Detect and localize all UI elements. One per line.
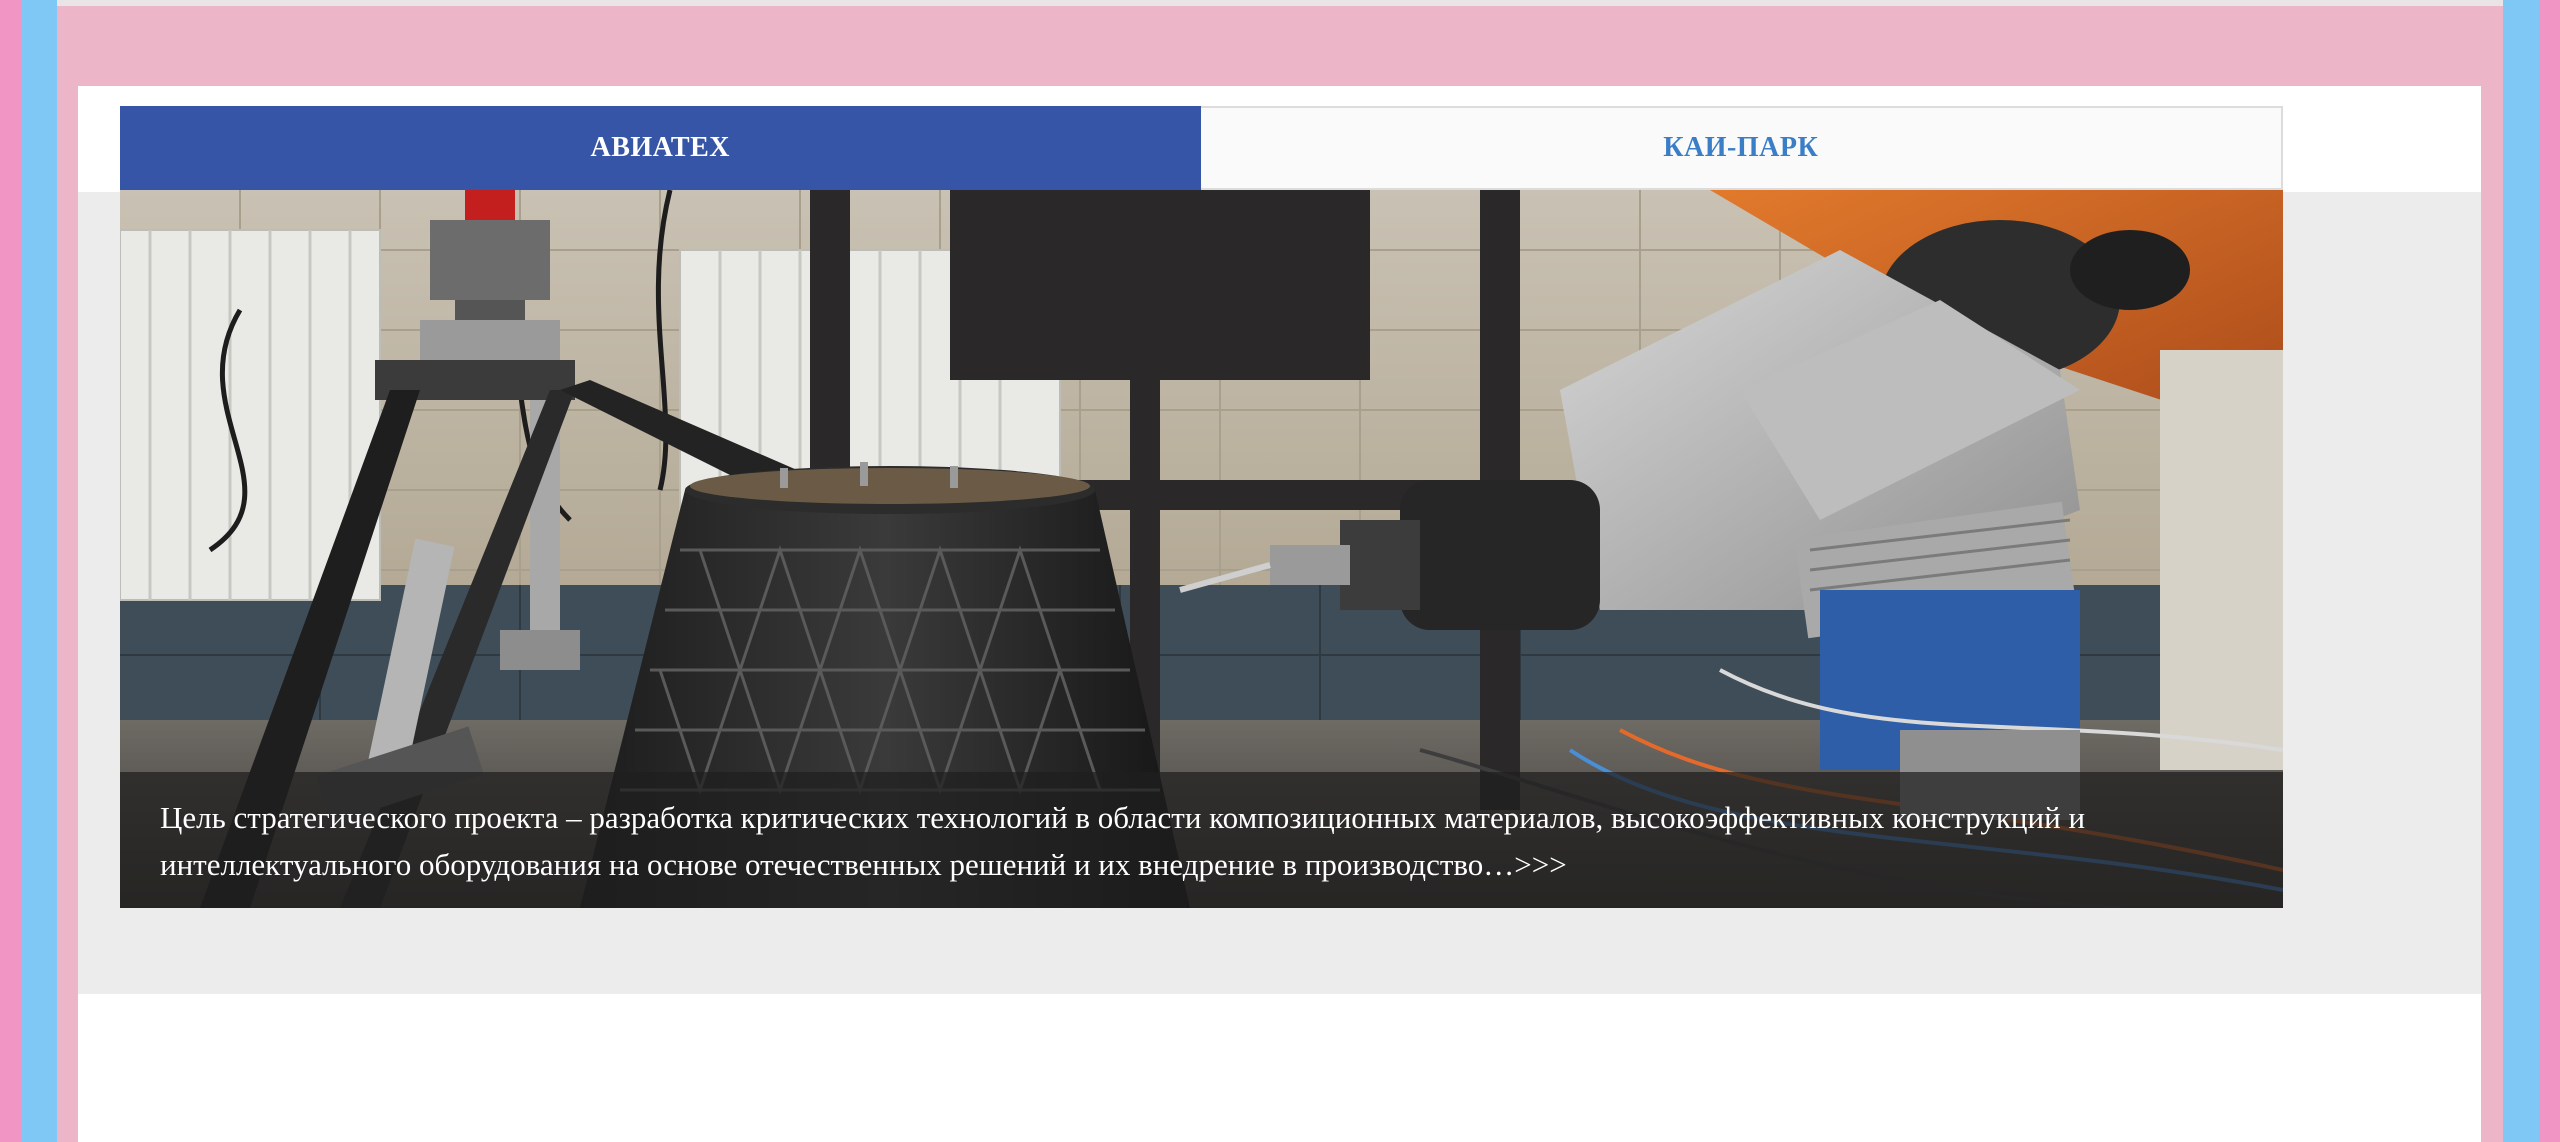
right-blue-stripe (2503, 0, 2539, 1142)
tab-aviatech[interactable]: АВИАТЕХ (120, 106, 1201, 190)
left-light-pink-stripe (57, 0, 78, 1142)
slide-caption[interactable]: Цель стратегического проекта – разработк… (120, 772, 2283, 908)
tab-kai-park[interactable]: КАИ-ПАРК (1200, 106, 2283, 190)
project-slide[interactable]: Цель стратегического проекта – разработк… (120, 190, 2283, 908)
project-tabs: АВИАТЕХ КАИ-ПАРК (120, 106, 2283, 190)
top-banner-band (57, 6, 2503, 86)
left-pink-stripe (0, 0, 21, 1142)
left-blue-stripe (21, 0, 57, 1142)
right-light-pink-stripe (2481, 0, 2503, 1142)
right-pink-stripe (2539, 0, 2560, 1142)
